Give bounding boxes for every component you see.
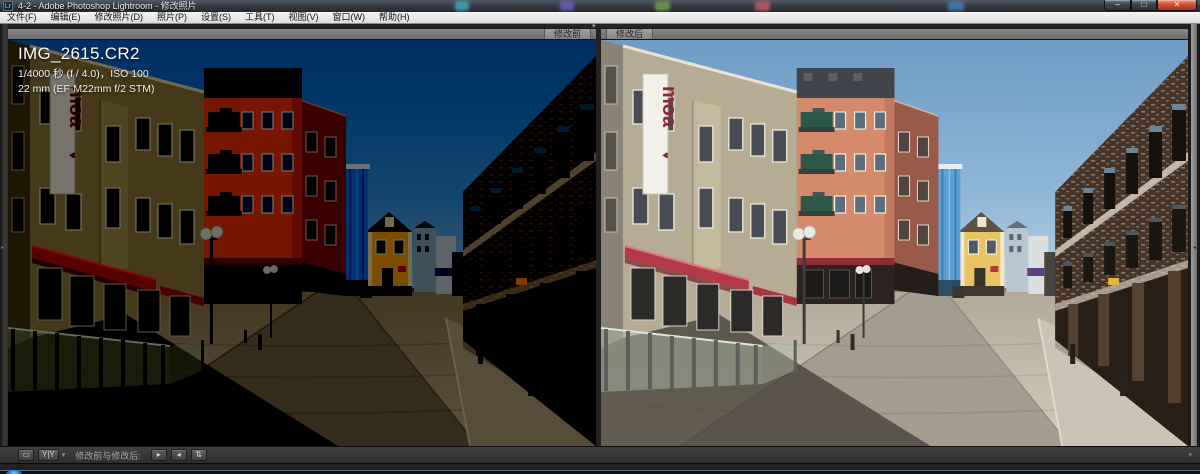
after-photo[interactable]: [601, 40, 1188, 446]
bottom-toolbar: ▭ Y|Y ▾ 修改前与修改后: ▸ ◂ ⇅ ▾: [0, 446, 1200, 463]
before-after-yy-icon: Y|Y: [42, 450, 55, 459]
menu-window[interactable]: 窗口(W): [326, 12, 373, 23]
after-label-chip: 修改后: [606, 29, 654, 39]
copy-before-to-after-button[interactable]: ▸: [150, 449, 167, 461]
menu-edit[interactable]: 编辑(E): [44, 12, 88, 23]
view-mode-dropdown-caret-icon[interactable]: ▾: [62, 451, 66, 459]
left-panel-reveal-icon[interactable]: ▸: [1, 245, 4, 251]
copy-after-to-before-button[interactable]: ◂: [170, 449, 187, 461]
after-pane-header: 修改后: [601, 28, 1188, 40]
menu-view[interactable]: 视图(V): [282, 12, 326, 23]
filmstrip-collapsed-strip[interactable]: ▴: [0, 463, 1200, 474]
before-label-chip: 修改前: [543, 29, 591, 39]
menu-help[interactable]: 帮助(H): [372, 12, 417, 23]
menu-settings[interactable]: 设置(S): [194, 12, 238, 23]
right-panel-collapsed-strip[interactable]: ◂: [1188, 24, 1200, 446]
after-pane: 修改后: [601, 28, 1188, 446]
before-after-view-button[interactable]: Y|Y: [38, 449, 59, 461]
photo-exposure-info: 1/4000 秒 (f / 4.0)，ISO 100: [18, 68, 149, 80]
menu-file[interactable]: 文件(F): [0, 12, 44, 23]
photo-info-overlay: IMG_2615.CR2 1/4000 秒 (f / 4.0)，ISO 100 …: [18, 44, 155, 95]
window-controls: – □ ✕: [1104, 0, 1197, 11]
before-pane: 修改前 IMG_2615.CR2 1/4000 秒 (f / 4.0)，ISO …: [8, 28, 596, 446]
loupe-view-icon: ▭: [22, 450, 30, 459]
menu-develop[interactable]: 修改照片(D): [88, 12, 151, 23]
before-photo[interactable]: IMG_2615.CR2 1/4000 秒 (f / 4.0)，ISO 100 …: [8, 40, 596, 446]
swap-before-after-button[interactable]: ⇅: [190, 449, 207, 461]
window-titlebar[interactable]: Lr 4-2 - Adobe Photoshop Lightroom - 修改照…: [0, 0, 1200, 12]
desktop-icon-blur: [455, 1, 469, 11]
right-panel-band[interactable]: [1191, 24, 1197, 446]
right-panel-reveal-icon[interactable]: ◂: [1193, 245, 1196, 251]
before-pane-header: 修改前: [8, 28, 596, 40]
swap-icon: ⇅: [195, 450, 203, 459]
desktop-icon-blur: [655, 1, 670, 11]
menu-tools[interactable]: 工具(T): [238, 12, 282, 23]
compare-mode-label: 修改前与修改后:: [75, 450, 141, 461]
menu-photo[interactable]: 照片(P): [150, 12, 194, 23]
taskbar-edge: [0, 470, 1200, 474]
desktop-icon-blur: [948, 1, 964, 11]
copy-left-icon: ◂: [176, 450, 181, 459]
close-button[interactable]: ✕: [1157, 0, 1197, 11]
start-orb-icon[interactable]: [6, 470, 22, 474]
maximize-button[interactable]: □: [1131, 0, 1157, 11]
loupe-view-button[interactable]: ▭: [18, 449, 34, 461]
photo-lens-info: 22 mm (EF-M22mm f/2 STM): [18, 83, 155, 95]
app-icon: Lr: [3, 1, 13, 11]
minimize-button[interactable]: –: [1104, 0, 1131, 11]
window-title: 4-2 - Adobe Photoshop Lightroom - 修改照片: [18, 1, 197, 11]
lightroom-window: Lr 4-2 - Adobe Photoshop Lightroom - 修改照…: [0, 0, 1200, 474]
toolbar-options-caret-icon[interactable]: ▾: [1188, 451, 1192, 459]
develop-workspace: ▸ ◂ ▾ 修改前 IMG_2615.CR2 1/4000 秒 (f / 4.0…: [0, 23, 1200, 446]
after-photo-image[interactable]: [601, 40, 1188, 446]
before-photo-image[interactable]: [8, 40, 596, 446]
desktop-icon-blur: [560, 1, 574, 11]
menu-bar: 文件(F) 编辑(E) 修改照片(D) 照片(P) 设置(S) 工具(T) 视图…: [0, 12, 1200, 24]
left-panel-collapsed-strip[interactable]: ▸: [0, 24, 8, 446]
copy-right-icon: ▸: [156, 450, 161, 459]
photo-filename: IMG_2615.CR2: [18, 44, 140, 63]
desktop-icon-blur: [755, 1, 770, 11]
